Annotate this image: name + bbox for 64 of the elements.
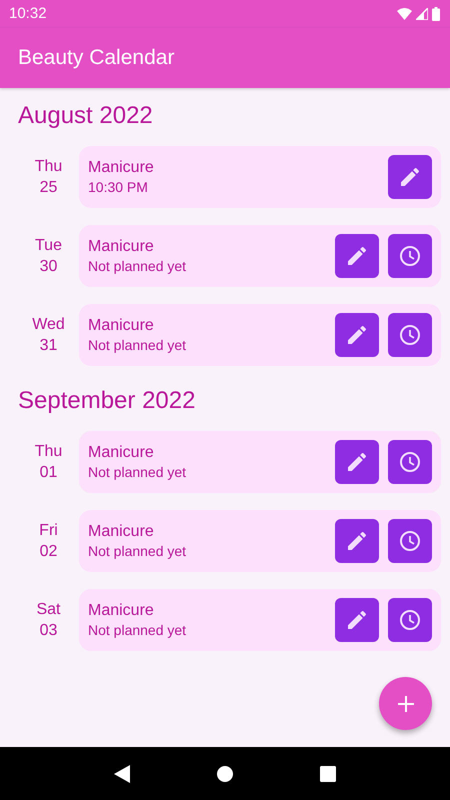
- weekday-label: Fri: [38, 521, 59, 541]
- day-number: 25: [38, 178, 58, 198]
- appointment-title: Manicure: [88, 158, 155, 178]
- appointment-title: Manicure: [88, 443, 155, 463]
- add-button[interactable]: [379, 677, 432, 730]
- edit-button[interactable]: [388, 155, 432, 199]
- signal-icon: [416, 8, 428, 20]
- edit-button[interactable]: [335, 313, 379, 357]
- appointment-title: Manicure: [88, 237, 155, 257]
- appointment-time: Not planned yet: [88, 336, 188, 354]
- edit-icon: [345, 323, 369, 347]
- home-icon[interactable]: [216, 766, 233, 782]
- appointment-time: Not planned yet: [88, 463, 188, 481]
- edit-icon: [345, 608, 369, 632]
- edit-icon: [345, 244, 369, 268]
- appointment-title: Manicure: [88, 601, 155, 621]
- appointment-time: Not planned yet: [88, 257, 188, 275]
- clock-icon: [398, 608, 422, 632]
- day-number: 02: [38, 542, 58, 562]
- edit-icon: [345, 450, 369, 474]
- day-number: 30: [38, 257, 58, 277]
- status-time: 10:32: [9, 4, 47, 24]
- weekday-label: Tue: [34, 236, 63, 256]
- clock-icon: [398, 323, 422, 347]
- appointment-card[interactable]: Manicure Not planned yet: [79, 225, 441, 287]
- plus-icon: [396, 694, 414, 712]
- weekday-label: Thu: [34, 442, 64, 462]
- edit-icon: [398, 165, 422, 189]
- weekday-label: Wed: [31, 315, 66, 335]
- app-title: Beauty Calendar: [18, 45, 174, 72]
- appointment-card[interactable]: Manicure Not planned yet: [79, 431, 441, 493]
- schedule-button[interactable]: [388, 519, 432, 563]
- clock-icon: [398, 529, 422, 553]
- day-number: 03: [38, 621, 58, 641]
- wifi-icon: [397, 8, 412, 20]
- appointment-time: Not planned yet: [88, 621, 188, 639]
- clock-icon: [398, 244, 422, 268]
- day-number: 01: [38, 463, 58, 483]
- appointment-time: 10:30 PM: [88, 178, 149, 196]
- appointment-card[interactable]: Manicure Not planned yet: [79, 510, 441, 572]
- appointment-card[interactable]: Manicure 10:30 PM: [79, 146, 441, 208]
- edit-button[interactable]: [335, 519, 379, 563]
- weekday-label: Sat: [35, 600, 62, 620]
- clock-icon: [398, 450, 422, 474]
- month-heading: September 2022: [18, 386, 196, 416]
- appointment-card[interactable]: Manicure Not planned yet: [79, 304, 441, 366]
- edit-icon: [345, 529, 369, 553]
- weekday-label: Thu: [34, 157, 64, 177]
- edit-button[interactable]: [335, 234, 379, 278]
- appointment-title: Manicure: [88, 522, 155, 542]
- schedule-button[interactable]: [388, 598, 432, 642]
- appointment-title: Manicure: [88, 316, 155, 336]
- back-icon[interactable]: [114, 764, 130, 782]
- appointment-time: Not planned yet: [88, 542, 188, 560]
- schedule-button[interactable]: [388, 313, 432, 357]
- month-heading: August 2022: [18, 101, 154, 131]
- schedule-button[interactable]: [388, 440, 432, 484]
- appointment-card[interactable]: Manicure Not planned yet: [79, 589, 441, 651]
- schedule-button[interactable]: [388, 234, 432, 278]
- edit-button[interactable]: [335, 598, 379, 642]
- recents-icon[interactable]: [320, 766, 336, 782]
- day-number: 31: [38, 336, 58, 356]
- battery-icon: [432, 7, 440, 21]
- edit-button[interactable]: [335, 440, 379, 484]
